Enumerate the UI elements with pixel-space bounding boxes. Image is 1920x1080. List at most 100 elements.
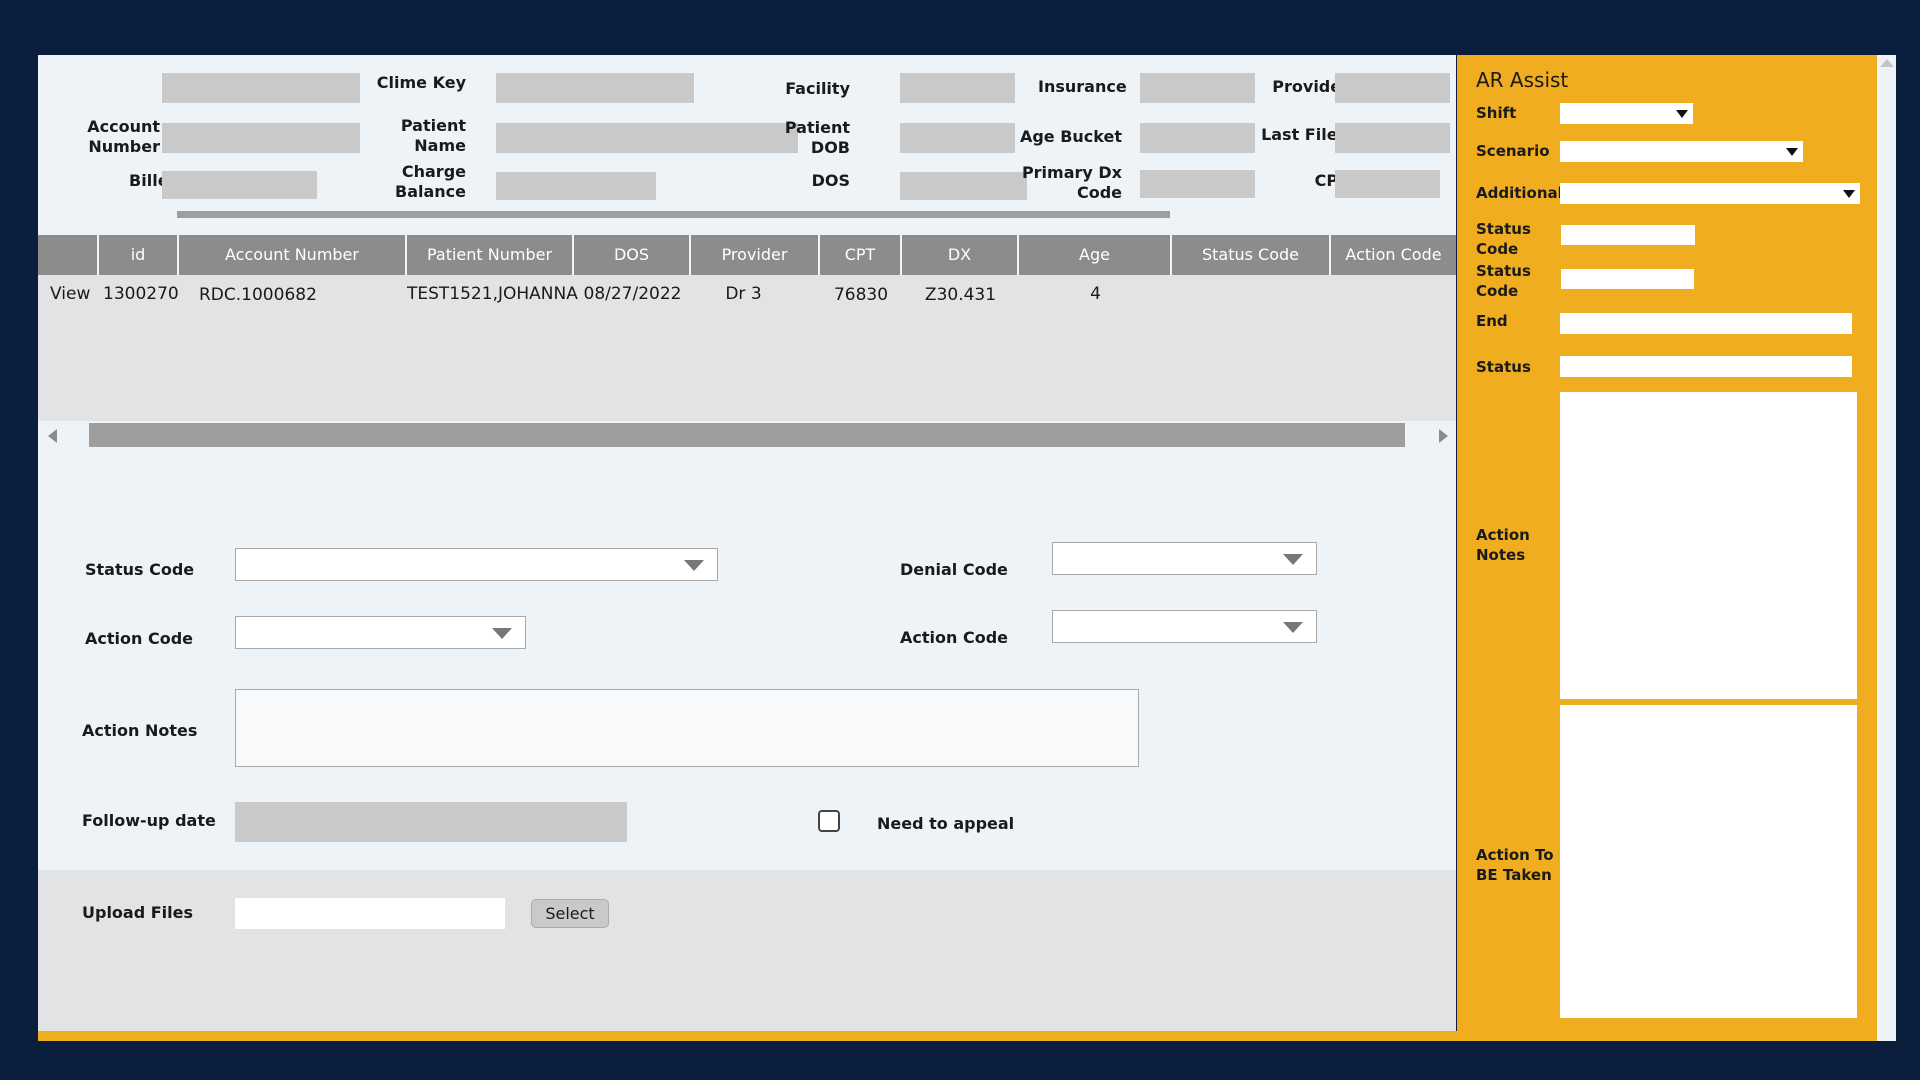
provider-field[interactable] bbox=[1335, 73, 1450, 103]
insurance-label: Insurance bbox=[1038, 77, 1127, 96]
denial-code-label: Denial Code bbox=[900, 560, 1008, 579]
header-dx[interactable]: DX bbox=[902, 235, 1019, 275]
upload-label: Upload Files bbox=[82, 903, 194, 922]
status-code-label-line2: Code bbox=[1476, 240, 1519, 258]
account-number-label-line1: Account bbox=[87, 117, 160, 136]
status-code-label-line1: Status bbox=[1476, 220, 1531, 238]
patient-name-label-line1: Patient bbox=[400, 116, 466, 135]
action-notes-textarea[interactable] bbox=[235, 689, 1139, 767]
insurance-field[interactable] bbox=[1140, 73, 1255, 103]
status-code-label: Status Code bbox=[85, 560, 195, 579]
action-code-label-2: Action Code bbox=[900, 628, 1008, 647]
chevron-down-icon bbox=[1283, 554, 1303, 565]
cell-age: 4 bbox=[1090, 284, 1101, 304]
header-age[interactable]: Age bbox=[1019, 235, 1172, 275]
age-bucket-field[interactable] bbox=[1140, 123, 1255, 153]
scroll-up-icon[interactable] bbox=[1880, 59, 1894, 67]
account-number-field[interactable] bbox=[162, 123, 360, 153]
clime-key-field[interactable] bbox=[496, 73, 694, 103]
account-number-label-line2: Number bbox=[88, 137, 160, 156]
billed-field[interactable] bbox=[162, 171, 317, 199]
account-number-label: Account Number bbox=[58, 117, 160, 157]
view-link[interactable]: View bbox=[50, 283, 90, 305]
action-code-select-2[interactable] bbox=[1052, 610, 1317, 643]
header-cpt[interactable]: CPT bbox=[820, 235, 902, 275]
need-appeal-checkbox[interactable] bbox=[818, 810, 840, 832]
shift-select[interactable] bbox=[1560, 103, 1693, 124]
header-action-code[interactable]: Action Code bbox=[1331, 235, 1456, 275]
action-notes-label-line2: Notes bbox=[1476, 546, 1526, 564]
id-field[interactable] bbox=[162, 73, 360, 103]
header-status-code[interactable]: Status Code bbox=[1172, 235, 1331, 275]
scroll-thumb[interactable] bbox=[89, 423, 1405, 447]
charge-balance-field[interactable] bbox=[496, 172, 656, 200]
table-header: id Account Number Patient Number DOS Pro… bbox=[38, 235, 1456, 275]
status-code-label-2: Status Code bbox=[1476, 261, 1531, 301]
header-id[interactable]: id bbox=[99, 235, 179, 275]
status-code-input[interactable] bbox=[1561, 225, 1695, 245]
action-to-be-taken-label-line2: BE Taken bbox=[1476, 866, 1552, 884]
action-notes-label: Action Notes bbox=[1476, 525, 1530, 565]
patient-dob-label: Patient DOB bbox=[778, 118, 850, 158]
patient-name-field[interactable] bbox=[496, 123, 798, 153]
status-code-select[interactable] bbox=[235, 548, 718, 581]
scenario-label: Scenario bbox=[1476, 142, 1550, 160]
chevron-down-icon bbox=[1676, 110, 1688, 118]
patient-name-label-line2: Name bbox=[414, 136, 466, 155]
status-code-label-2-line1: Status bbox=[1476, 262, 1531, 280]
age-bucket-label: Age Bucket bbox=[1019, 127, 1122, 146]
followup-label: Follow-up date bbox=[82, 811, 216, 830]
scroll-left-icon[interactable] bbox=[48, 429, 57, 443]
need-appeal-label: Need to appeal bbox=[877, 814, 1015, 833]
action-to-be-taken-textarea[interactable] bbox=[1560, 705, 1857, 1018]
header-provider[interactable]: Provider bbox=[691, 235, 820, 275]
status-code-input-2[interactable] bbox=[1561, 269, 1694, 289]
action-to-be-taken-label-line1: Action To bbox=[1476, 846, 1554, 864]
chevron-down-icon bbox=[1283, 622, 1303, 633]
header-account-number[interactable]: Account Number bbox=[179, 235, 407, 275]
action-notes-label-line1: Action bbox=[1476, 526, 1530, 544]
status-input[interactable] bbox=[1560, 356, 1852, 377]
chevron-down-icon bbox=[684, 560, 704, 571]
followup-date-field[interactable] bbox=[235, 802, 627, 842]
action-code-label: Action Code bbox=[85, 629, 193, 648]
facility-field[interactable] bbox=[900, 73, 1015, 103]
chevron-down-icon bbox=[492, 628, 512, 639]
vertical-scrollbar[interactable] bbox=[1877, 55, 1896, 1041]
patient-dob-label-line1: Patient bbox=[784, 118, 850, 137]
action-notes-textarea[interactable] bbox=[1560, 392, 1857, 699]
upload-section: Upload Files Select bbox=[38, 870, 1456, 1032]
header-dos[interactable]: DOS bbox=[574, 235, 691, 275]
header-view-col bbox=[38, 235, 99, 275]
additional-select[interactable] bbox=[1560, 183, 1860, 204]
select-file-button[interactable]: Select bbox=[531, 899, 609, 928]
scenario-select[interactable] bbox=[1560, 141, 1803, 162]
cell-patient-number: TEST1521,JOHANNA bbox=[407, 284, 578, 304]
action-code-select[interactable] bbox=[235, 616, 526, 649]
table-row[interactable]: View 1300270 RDC.1000682 TEST1521,JOHANN… bbox=[38, 275, 1456, 319]
primary-dx-label-line2: Code bbox=[1076, 183, 1122, 202]
upload-file-field[interactable] bbox=[235, 898, 505, 929]
action-to-be-taken-label: Action To BE Taken bbox=[1476, 845, 1554, 885]
facility-label: Facility bbox=[785, 79, 850, 98]
table-hscroll bbox=[38, 421, 1456, 451]
action-notes-label: Action Notes bbox=[82, 721, 198, 740]
status-code-label-2-line2: Code bbox=[1476, 282, 1519, 300]
status-code-label: Status Code bbox=[1476, 219, 1531, 259]
end-input[interactable] bbox=[1560, 313, 1852, 334]
scroll-right-icon[interactable] bbox=[1439, 429, 1448, 443]
primary-dx-field[interactable] bbox=[1140, 170, 1255, 198]
cell-cpt: 76830 bbox=[833, 285, 889, 305]
main-panel: ID Clime Key Facility Insurance Provider… bbox=[38, 55, 1456, 1032]
cell-dx: Z30.431 bbox=[924, 285, 997, 305]
last-filed-field[interactable] bbox=[1335, 123, 1450, 153]
ar-assist-panel: AR Assist Shift Scenario Additional Stat… bbox=[1457, 55, 1877, 1041]
header-patient-number[interactable]: Patient Number bbox=[407, 235, 574, 275]
shift-label: Shift bbox=[1476, 104, 1517, 122]
cpt-field[interactable] bbox=[1335, 170, 1440, 198]
cell-id: 1300270 bbox=[103, 284, 179, 304]
patient-name-label: Patient Name bbox=[368, 116, 466, 156]
form-scrollbar[interactable] bbox=[177, 211, 1170, 218]
clime-key-label: Clime Key bbox=[376, 73, 466, 92]
denial-code-select[interactable] bbox=[1052, 542, 1317, 575]
